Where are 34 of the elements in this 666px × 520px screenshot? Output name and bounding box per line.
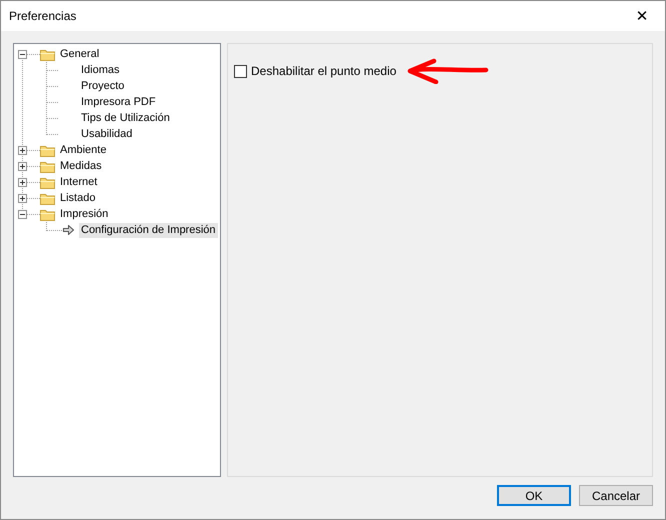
tree-item[interactable]: Tips de Utilización xyxy=(79,110,172,126)
expand-icon[interactable] xyxy=(18,178,27,187)
tree-item[interactable]: Internet xyxy=(58,174,100,190)
expand-icon[interactable] xyxy=(18,162,27,171)
tree-line-drawing xyxy=(46,94,59,110)
cancel-button[interactable]: Cancelar xyxy=(579,485,653,506)
tree-item[interactable]: General xyxy=(58,46,102,62)
tree-item[interactable]: Impresión xyxy=(58,206,110,222)
tree-item[interactable]: Configuración de Impresión xyxy=(79,222,218,238)
tree-item[interactable]: Impresora PDF xyxy=(79,94,158,110)
expand-icon[interactable] xyxy=(18,194,27,203)
close-button[interactable]: ✕ xyxy=(619,1,665,31)
window-title: Preferencias xyxy=(9,9,76,23)
tree-item[interactable]: Ambiente xyxy=(58,142,108,158)
tree-item[interactable]: Listado xyxy=(58,190,98,206)
checkbox[interactable] xyxy=(234,64,247,78)
tree-item[interactable]: Usabilidad xyxy=(79,126,134,142)
folder-icon xyxy=(40,192,55,204)
tree-line-drawing xyxy=(46,78,59,94)
folder-icon xyxy=(40,144,55,156)
expand-icon[interactable] xyxy=(18,146,27,155)
tree-item[interactable]: Medidas xyxy=(58,158,104,174)
checkbox-label[interactable]: Deshabilitar el punto medio xyxy=(251,64,396,78)
folder-icon xyxy=(40,160,55,172)
tree-item[interactable]: Proyecto xyxy=(79,78,126,94)
folder-icon xyxy=(40,208,55,220)
folder-icon xyxy=(40,176,55,188)
tree-line-drawing xyxy=(46,62,59,78)
collapse-icon[interactable] xyxy=(18,50,27,59)
collapse-icon[interactable] xyxy=(18,210,27,219)
tree-item[interactable]: Idiomas xyxy=(79,62,122,78)
ok-button[interactable]: OK xyxy=(497,485,571,506)
tree-line-drawing xyxy=(46,222,62,231)
folder-icon xyxy=(40,48,55,60)
